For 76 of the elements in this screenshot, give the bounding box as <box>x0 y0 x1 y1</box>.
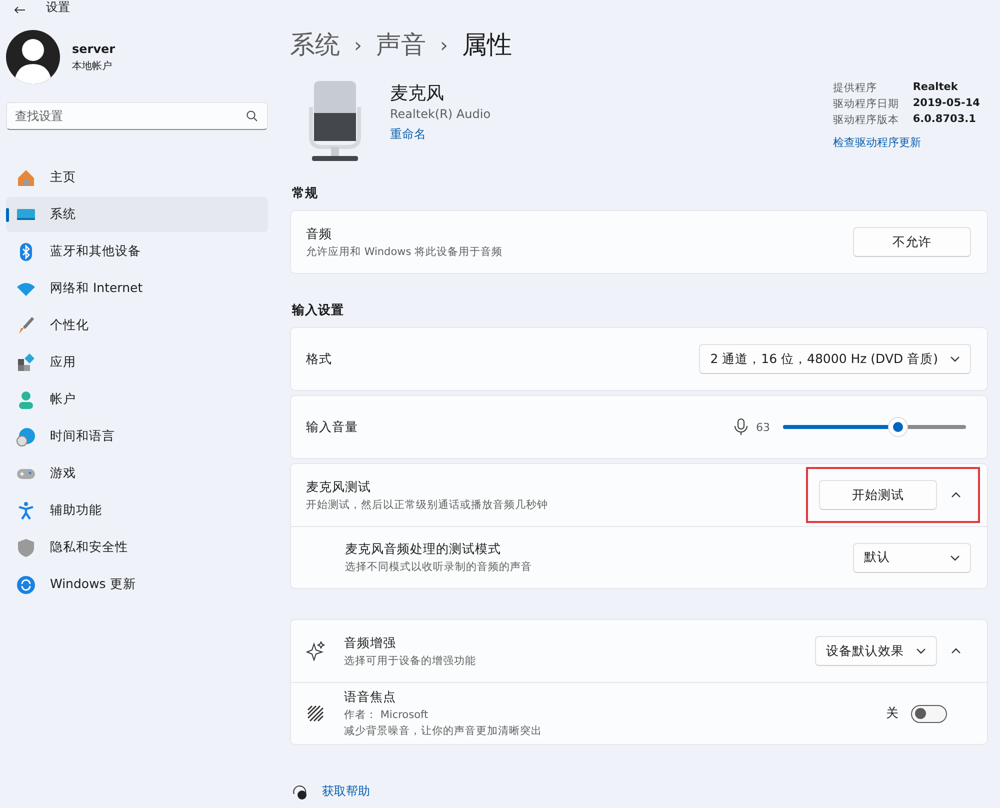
window-title: 设置 <box>46 0 70 14</box>
nav-item[interactable]: 蓝牙和其他设备 <box>6 234 268 269</box>
info-label: 提供程序 <box>832 81 878 95</box>
setting-description: 允许应用和 Windows 将此设备用于音频 <box>306 244 504 258</box>
breadcrumb-item[interactable]: 声音 <box>376 28 426 61</box>
chevron-down-icon <box>916 648 926 654</box>
nav-item[interactable]: 游戏 <box>6 456 268 491</box>
chevron-down-icon <box>950 356 960 362</box>
info-label: 驱动程序版本 <box>832 113 899 127</box>
setting-title: 输入音量 <box>306 418 359 436</box>
sparkle-icon <box>306 641 326 661</box>
refresh-icon <box>16 574 36 594</box>
back-arrow-icon[interactable] <box>14 6 26 14</box>
chevron-up-icon <box>951 492 961 498</box>
nav-item[interactable]: 个性化 <box>6 308 268 343</box>
info-value: Realtek <box>912 81 959 95</box>
selection-indicator <box>6 208 9 222</box>
dropdown[interactable]: 默认 <box>853 542 971 572</box>
action-button[interactable]: 不允许 <box>853 227 971 257</box>
setting-description: 选择不同模式以收听录制的音频的声音 <box>345 560 533 574</box>
setting-description: 选择可用于设备的增强功能 <box>344 654 477 668</box>
setting-title: 语音焦点 <box>344 689 397 706</box>
setting-title: 麦克风测试 <box>306 478 372 496</box>
device-subtitle: Realtek(R) Audio <box>390 107 492 121</box>
dropdown[interactable]: 设备默认效果 <box>815 636 937 666</box>
action-button[interactable]: 开始测试 <box>819 480 937 510</box>
breadcrumb-separator: › <box>354 32 362 56</box>
nav-item[interactable]: 主页 <box>6 160 268 195</box>
accessibility-icon <box>16 500 36 520</box>
setting-title: 格式 <box>306 350 333 368</box>
device-name: 麦克风 <box>390 82 445 105</box>
setting-title: 音频增强 <box>344 634 397 652</box>
nav-item[interactable]: 辅助功能 <box>6 493 268 528</box>
breadcrumb-item: 属性 <box>462 29 512 61</box>
slider-thumb[interactable] <box>888 417 908 437</box>
driver-update-link[interactable]: 检查驱动程序更新 <box>832 136 921 149</box>
setting-description: 减少背景噪音，让你的声音更加清晰突出 <box>344 724 543 738</box>
toggle-state: 关 <box>886 705 899 722</box>
nav-item[interactable]: 应用 <box>6 345 268 380</box>
account-name: server <box>72 42 116 56</box>
nav-item[interactable]: 时间和语言 <box>6 419 268 454</box>
setting-title: 麦克风音频处理的测试模式 <box>345 541 502 558</box>
apps-icon <box>16 352 36 372</box>
search-field[interactable]: 查找设置 <box>6 102 268 130</box>
microphone-icon <box>734 418 748 436</box>
dropdown[interactable]: 2 通道，16 位，48000 Hz (DVD 音质) <box>699 344 971 374</box>
shield-icon <box>16 538 36 558</box>
account-type: 本地帐户 <box>72 60 113 72</box>
person-icon <box>16 390 36 410</box>
house-icon <box>16 168 36 188</box>
globe-clock-icon <box>16 426 36 446</box>
info-value: 6.0.8703.1 <box>912 113 977 127</box>
info-value: 2019-05-14 <box>912 97 980 111</box>
setting-title: 音频 <box>306 226 333 242</box>
search-icon <box>246 110 258 122</box>
avatar-silhouette <box>6 30 60 84</box>
brush-icon <box>16 316 36 336</box>
setting-author: 作者： Microsoft <box>344 708 430 722</box>
nav-item[interactable]: 隐私和安全性 <box>6 530 268 565</box>
nav-item[interactable]: 网络和 Internet <box>6 271 268 306</box>
setting-description: 开始测试，然后以正常级别通话或播放音频几秒钟 <box>306 498 549 512</box>
section-title: 常规 <box>292 185 319 202</box>
nav-item[interactable]: 系统 <box>6 197 268 232</box>
chevron-up-icon <box>951 648 961 654</box>
rename-link[interactable]: 重命名 <box>390 127 426 141</box>
breadcrumb-item[interactable]: 系统 <box>290 28 340 61</box>
nav-item[interactable]: Windows 更新 <box>6 567 268 602</box>
chevron-down-icon <box>950 554 960 560</box>
breadcrumb-separator: › <box>440 32 448 56</box>
section-title: 输入设置 <box>292 302 345 319</box>
toggle-switch[interactable] <box>911 704 947 722</box>
volume-reading: 63 <box>756 420 770 434</box>
help-icon <box>292 784 308 800</box>
nav-item[interactable]: 帐户 <box>6 382 268 417</box>
info-label: 驱动程序日期 <box>832 97 899 111</box>
help-link[interactable]: 获取帮助 <box>322 783 370 800</box>
